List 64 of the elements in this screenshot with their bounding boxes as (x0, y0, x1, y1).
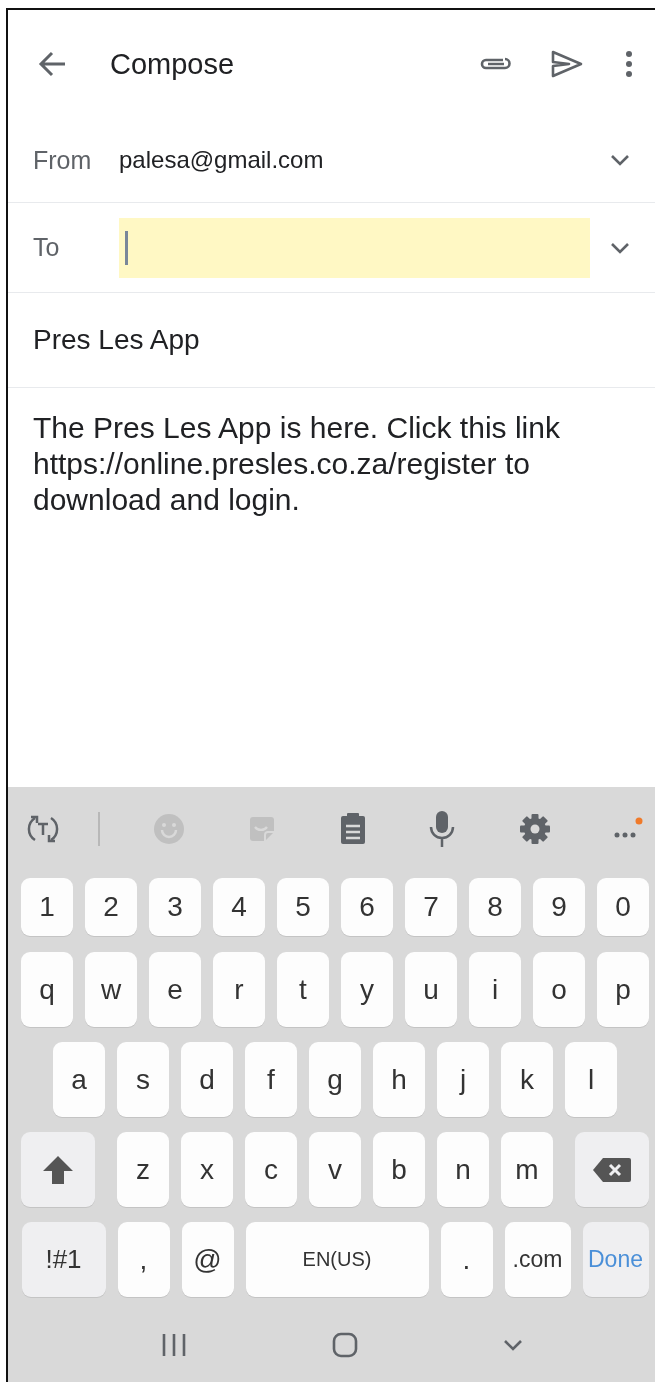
keyboard-key[interactable]: 8 (469, 878, 521, 936)
keyboard-key[interactable]: u (405, 952, 457, 1027)
keyboard-key[interactable]: a (53, 1042, 105, 1117)
keyboard-key[interactable]: !#1 (21, 1222, 106, 1297)
keyboard-key[interactable]: . (440, 1222, 493, 1297)
to-label: To (33, 233, 61, 262)
screen-title: Compose (110, 47, 236, 81)
keyboard-key[interactable]: g (309, 1042, 361, 1117)
keyboard-key[interactable]: k (501, 1042, 553, 1117)
keyboard-key[interactable]: n (437, 1132, 489, 1207)
more-options-icon[interactable] (625, 51, 633, 77)
clipboard-icon[interactable] (339, 812, 366, 845)
from-label: From (33, 145, 93, 175)
subject-field[interactable]: Pres Les App (33, 324, 200, 356)
send-icon[interactable] (551, 50, 583, 78)
keyboard-key[interactable]: q (21, 952, 73, 1027)
keyboard-key[interactable]: , (117, 1222, 170, 1297)
keyboard-key[interactable]: e (149, 952, 201, 1027)
keyboard-key[interactable]: m (501, 1132, 553, 1207)
chevron-down-icon[interactable] (610, 154, 630, 166)
keyboard-key[interactable]: 2 (85, 878, 137, 936)
keyboard-key[interactable]: j (437, 1042, 489, 1117)
keyboard-key[interactable]: l (565, 1042, 617, 1117)
keyboard-key[interactable]: c (245, 1132, 297, 1207)
keyboard-key[interactable]: b (373, 1132, 425, 1207)
recent-apps-icon[interactable] (160, 1332, 187, 1357)
space-key[interactable]: EN(US) (245, 1222, 429, 1297)
keyboard-key[interactable]: h (373, 1042, 425, 1117)
hide-keyboard-icon[interactable] (502, 1338, 523, 1351)
chevron-down-icon[interactable] (610, 241, 630, 254)
settings-icon[interactable] (518, 812, 551, 845)
keyboard-key[interactable]: 9 (533, 878, 585, 936)
keyboard-key[interactable]: p (597, 952, 649, 1027)
keyboard-key[interactable]: w (85, 952, 137, 1027)
message-body[interactable]: The Pres Les App is here. Click this link https://online.presles.co.za/register to download and login. (8, 388, 618, 787)
shift-key[interactable] (21, 1132, 95, 1207)
backspace-key[interactable] (575, 1132, 649, 1207)
microphone-icon[interactable] (428, 810, 457, 847)
keyboard-key[interactable]: 4 (213, 878, 265, 936)
keyboard-key[interactable]: x (181, 1132, 233, 1207)
keyboard-key[interactable]: .com (504, 1222, 571, 1297)
from-address[interactable]: palesa@gmail.com (119, 146, 610, 174)
keyboard-key[interactable]: i (469, 952, 521, 1027)
keyboard-key[interactable]: f (245, 1042, 297, 1117)
keyboard-key[interactable]: 7 (405, 878, 457, 936)
keyboard-key[interactable]: o (533, 952, 585, 1027)
keyboard-key[interactable]: y (341, 952, 393, 1027)
keyboard-key[interactable]: 0 (597, 878, 649, 936)
keyboard-key[interactable]: s (117, 1042, 169, 1117)
keyboard-key[interactable]: r (213, 952, 265, 1027)
keyboard-key[interactable]: 3 (149, 878, 201, 936)
keyboard-key[interactable]: 6 (341, 878, 393, 936)
keyboard-key[interactable]: v (309, 1132, 361, 1207)
keyboard-key[interactable]: @ (181, 1222, 234, 1297)
up-arrow-icon (42, 1154, 74, 1185)
keyboard-key[interactable]: z (117, 1132, 169, 1207)
keyboard-key[interactable]: d (181, 1042, 233, 1117)
home-icon[interactable] (331, 1331, 358, 1358)
keyboard-key[interactable]: t (277, 952, 329, 1027)
back-icon[interactable] (38, 51, 66, 77)
keyboard-key[interactable]: 1 (21, 878, 73, 936)
to-field[interactable] (119, 217, 590, 278)
keyboard-key[interactable]: 5 (277, 878, 329, 936)
backspace-icon (593, 1157, 631, 1182)
